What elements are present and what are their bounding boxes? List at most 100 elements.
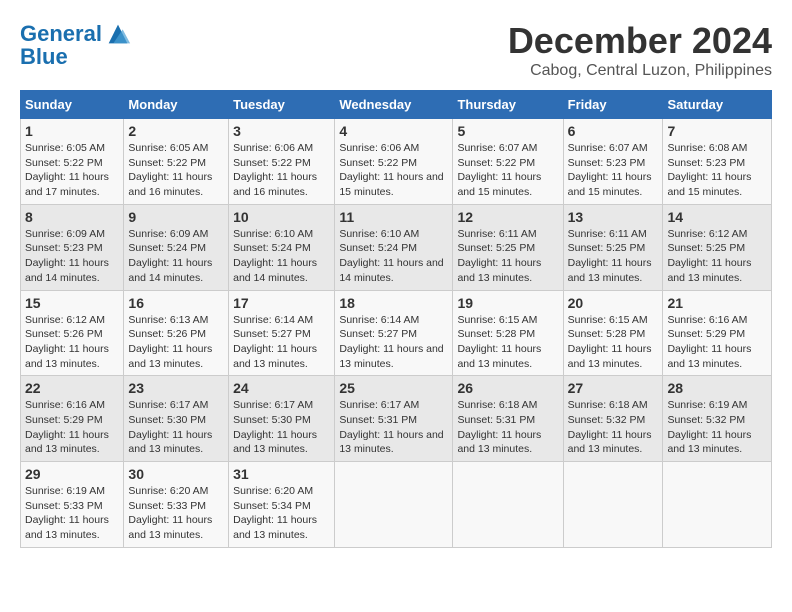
day-number: 20: [568, 295, 659, 311]
day-number: 6: [568, 123, 659, 139]
day-number: 4: [339, 123, 448, 139]
col-wednesday: Wednesday: [335, 91, 453, 119]
day-detail: Sunrise: 6:10 AM Sunset: 5:24 PM Dayligh…: [233, 227, 330, 286]
table-row: [335, 462, 453, 548]
table-row: 23 Sunrise: 6:17 AM Sunset: 5:30 PM Dayl…: [124, 376, 229, 462]
day-detail: Sunrise: 6:17 AM Sunset: 5:31 PM Dayligh…: [339, 398, 448, 457]
week-row-3: 15 Sunrise: 6:12 AM Sunset: 5:26 PM Dayl…: [21, 290, 772, 376]
week-row-1: 1 Sunrise: 6:05 AM Sunset: 5:22 PM Dayli…: [21, 119, 772, 205]
day-detail: Sunrise: 6:19 AM Sunset: 5:33 PM Dayligh…: [25, 484, 119, 543]
logo-text: General: [20, 22, 102, 46]
table-row: 17 Sunrise: 6:14 AM Sunset: 5:27 PM Dayl…: [229, 290, 335, 376]
title-block: December 2024 Cabog, Central Luzon, Phil…: [508, 20, 772, 80]
col-monday: Monday: [124, 91, 229, 119]
table-row: 21 Sunrise: 6:16 AM Sunset: 5:29 PM Dayl…: [663, 290, 772, 376]
table-row: [563, 462, 663, 548]
day-number: 29: [25, 466, 119, 482]
day-number: 8: [25, 209, 119, 225]
day-number: 21: [667, 295, 767, 311]
day-number: 3: [233, 123, 330, 139]
table-row: 3 Sunrise: 6:06 AM Sunset: 5:22 PM Dayli…: [229, 119, 335, 205]
table-row: 6 Sunrise: 6:07 AM Sunset: 5:23 PM Dayli…: [563, 119, 663, 205]
day-detail: Sunrise: 6:06 AM Sunset: 5:22 PM Dayligh…: [339, 141, 448, 200]
day-detail: Sunrise: 6:09 AM Sunset: 5:23 PM Dayligh…: [25, 227, 119, 286]
day-number: 19: [457, 295, 558, 311]
subtitle: Cabog, Central Luzon, Philippines: [508, 62, 772, 80]
table-row: [663, 462, 772, 548]
day-detail: Sunrise: 6:14 AM Sunset: 5:27 PM Dayligh…: [339, 313, 448, 372]
calendar-table: Sunday Monday Tuesday Wednesday Thursday…: [20, 90, 772, 548]
day-detail: Sunrise: 6:17 AM Sunset: 5:30 PM Dayligh…: [128, 398, 224, 457]
table-row: 28 Sunrise: 6:19 AM Sunset: 5:32 PM Dayl…: [663, 376, 772, 462]
day-number: 28: [667, 380, 767, 396]
day-detail: Sunrise: 6:05 AM Sunset: 5:22 PM Dayligh…: [128, 141, 224, 200]
day-number: 10: [233, 209, 330, 225]
day-number: 30: [128, 466, 224, 482]
day-detail: Sunrise: 6:13 AM Sunset: 5:26 PM Dayligh…: [128, 313, 224, 372]
day-detail: Sunrise: 6:07 AM Sunset: 5:23 PM Dayligh…: [568, 141, 659, 200]
day-detail: Sunrise: 6:20 AM Sunset: 5:34 PM Dayligh…: [233, 484, 330, 543]
logo-icon: [104, 20, 132, 48]
day-number: 31: [233, 466, 330, 482]
week-row-5: 29 Sunrise: 6:19 AM Sunset: 5:33 PM Dayl…: [21, 462, 772, 548]
day-detail: Sunrise: 6:17 AM Sunset: 5:30 PM Dayligh…: [233, 398, 330, 457]
day-number: 9: [128, 209, 224, 225]
day-detail: Sunrise: 6:16 AM Sunset: 5:29 PM Dayligh…: [667, 313, 767, 372]
week-row-4: 22 Sunrise: 6:16 AM Sunset: 5:29 PM Dayl…: [21, 376, 772, 462]
table-row: 11 Sunrise: 6:10 AM Sunset: 5:24 PM Dayl…: [335, 204, 453, 290]
day-detail: Sunrise: 6:08 AM Sunset: 5:23 PM Dayligh…: [667, 141, 767, 200]
day-detail: Sunrise: 6:06 AM Sunset: 5:22 PM Dayligh…: [233, 141, 330, 200]
day-detail: Sunrise: 6:20 AM Sunset: 5:33 PM Dayligh…: [128, 484, 224, 543]
day-number: 5: [457, 123, 558, 139]
table-row: 24 Sunrise: 6:17 AM Sunset: 5:30 PM Dayl…: [229, 376, 335, 462]
col-friday: Friday: [563, 91, 663, 119]
table-row: 8 Sunrise: 6:09 AM Sunset: 5:23 PM Dayli…: [21, 204, 124, 290]
table-row: 13 Sunrise: 6:11 AM Sunset: 5:25 PM Dayl…: [563, 204, 663, 290]
day-number: 16: [128, 295, 224, 311]
table-row: 10 Sunrise: 6:10 AM Sunset: 5:24 PM Dayl…: [229, 204, 335, 290]
col-tuesday: Tuesday: [229, 91, 335, 119]
table-row: 4 Sunrise: 6:06 AM Sunset: 5:22 PM Dayli…: [335, 119, 453, 205]
table-row: 29 Sunrise: 6:19 AM Sunset: 5:33 PM Dayl…: [21, 462, 124, 548]
table-row: 27 Sunrise: 6:18 AM Sunset: 5:32 PM Dayl…: [563, 376, 663, 462]
day-number: 14: [667, 209, 767, 225]
table-row: 1 Sunrise: 6:05 AM Sunset: 5:22 PM Dayli…: [21, 119, 124, 205]
week-row-2: 8 Sunrise: 6:09 AM Sunset: 5:23 PM Dayli…: [21, 204, 772, 290]
day-number: 22: [25, 380, 119, 396]
day-number: 27: [568, 380, 659, 396]
day-number: 23: [128, 380, 224, 396]
day-detail: Sunrise: 6:15 AM Sunset: 5:28 PM Dayligh…: [568, 313, 659, 372]
table-row: 16 Sunrise: 6:13 AM Sunset: 5:26 PM Dayl…: [124, 290, 229, 376]
day-number: 2: [128, 123, 224, 139]
table-row: 12 Sunrise: 6:11 AM Sunset: 5:25 PM Dayl…: [453, 204, 563, 290]
day-number: 11: [339, 209, 448, 225]
table-row: 18 Sunrise: 6:14 AM Sunset: 5:27 PM Dayl…: [335, 290, 453, 376]
day-number: 26: [457, 380, 558, 396]
day-detail: Sunrise: 6:05 AM Sunset: 5:22 PM Dayligh…: [25, 141, 119, 200]
table-row: 30 Sunrise: 6:20 AM Sunset: 5:33 PM Dayl…: [124, 462, 229, 548]
day-number: 1: [25, 123, 119, 139]
table-row: 31 Sunrise: 6:20 AM Sunset: 5:34 PM Dayl…: [229, 462, 335, 548]
table-row: [453, 462, 563, 548]
day-detail: Sunrise: 6:11 AM Sunset: 5:25 PM Dayligh…: [568, 227, 659, 286]
day-number: 7: [667, 123, 767, 139]
day-detail: Sunrise: 6:07 AM Sunset: 5:22 PM Dayligh…: [457, 141, 558, 200]
main-title: December 2024: [508, 20, 772, 62]
day-detail: Sunrise: 6:19 AM Sunset: 5:32 PM Dayligh…: [667, 398, 767, 457]
table-row: 9 Sunrise: 6:09 AM Sunset: 5:24 PM Dayli…: [124, 204, 229, 290]
header-row: Sunday Monday Tuesday Wednesday Thursday…: [21, 91, 772, 119]
day-detail: Sunrise: 6:12 AM Sunset: 5:26 PM Dayligh…: [25, 313, 119, 372]
day-detail: Sunrise: 6:18 AM Sunset: 5:31 PM Dayligh…: [457, 398, 558, 457]
day-detail: Sunrise: 6:10 AM Sunset: 5:24 PM Dayligh…: [339, 227, 448, 286]
day-detail: Sunrise: 6:14 AM Sunset: 5:27 PM Dayligh…: [233, 313, 330, 372]
table-row: 7 Sunrise: 6:08 AM Sunset: 5:23 PM Dayli…: [663, 119, 772, 205]
day-number: 24: [233, 380, 330, 396]
day-number: 18: [339, 295, 448, 311]
table-row: 15 Sunrise: 6:12 AM Sunset: 5:26 PM Dayl…: [21, 290, 124, 376]
col-saturday: Saturday: [663, 91, 772, 119]
col-sunday: Sunday: [21, 91, 124, 119]
col-thursday: Thursday: [453, 91, 563, 119]
day-detail: Sunrise: 6:16 AM Sunset: 5:29 PM Dayligh…: [25, 398, 119, 457]
day-number: 12: [457, 209, 558, 225]
day-number: 17: [233, 295, 330, 311]
